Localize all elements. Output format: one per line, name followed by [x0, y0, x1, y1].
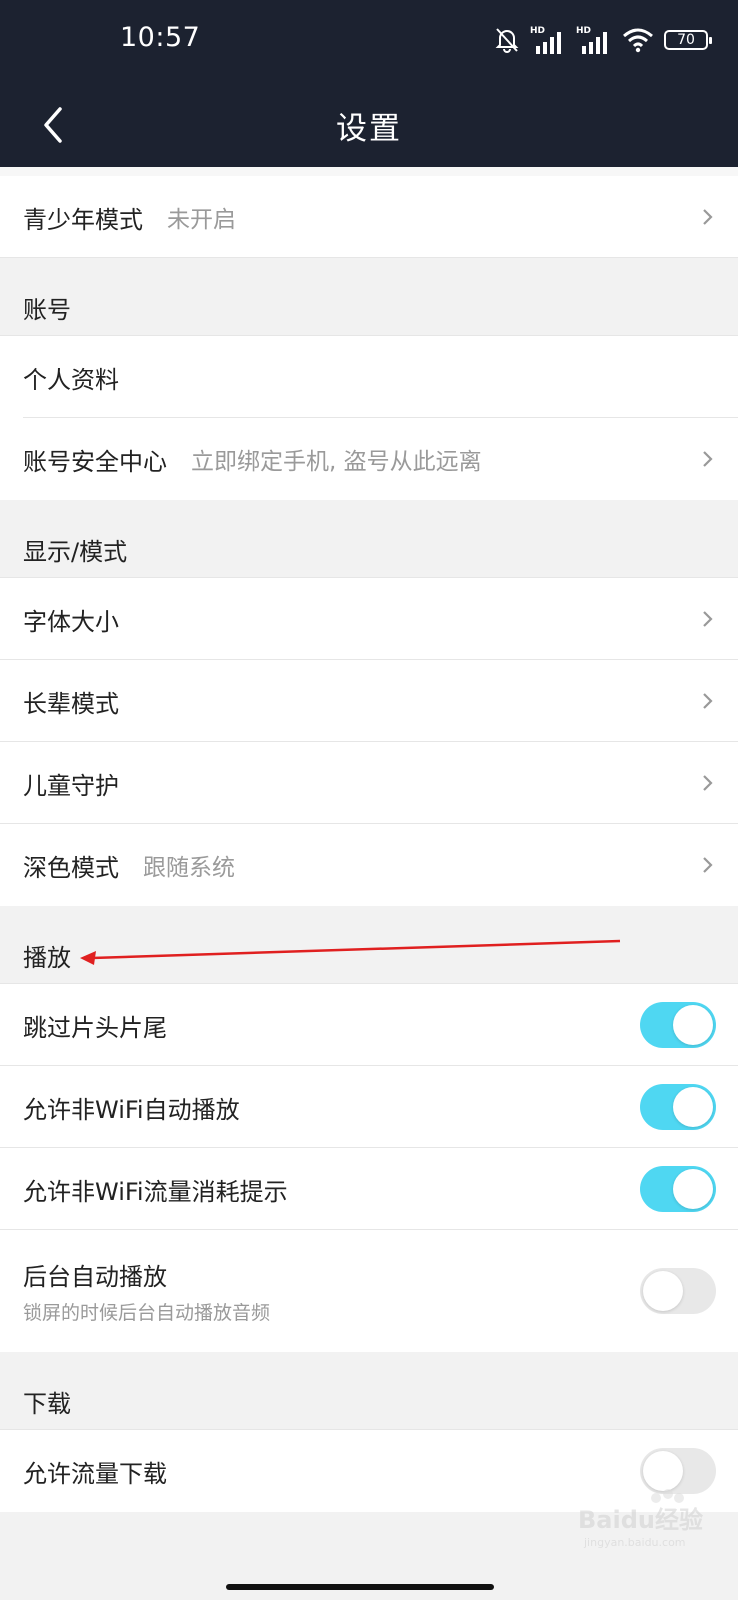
home-indicator[interactable] — [226, 1584, 494, 1590]
elder-mode-label: 长辈模式 — [23, 689, 119, 718]
status-bar: 10:57 HD HD 70 — [0, 0, 738, 85]
chevron-right-icon — [703, 451, 713, 467]
child-guard-row[interactable]: 儿童守护 — [0, 742, 738, 824]
section-display-header: 显示/模式 — [0, 500, 738, 578]
background-play-toggle[interactable] — [640, 1268, 716, 1314]
profile-label: 个人资料 — [23, 365, 119, 394]
nonwifi-autoplay-label: 允许非WiFi自动播放 — [23, 1095, 240, 1124]
background-play-label: 后台自动播放 — [23, 1263, 167, 1291]
signal-2-icon: HD — [576, 26, 612, 54]
skip-intro-label: 跳过片头片尾 — [23, 1013, 167, 1042]
child-guard-label: 儿童守护 — [23, 771, 119, 800]
account-security-row[interactable]: 账号安全中心 立即绑定手机, 盗号从此远离 — [0, 418, 738, 500]
nonwifi-tip-label: 允许非WiFi流量消耗提示 — [23, 1177, 288, 1206]
nonwifi-autoplay-toggle[interactable] — [640, 1084, 716, 1130]
toggle-knob — [673, 1005, 713, 1045]
dark-mode-row[interactable]: 深色模式 跟随系统 — [0, 824, 738, 906]
baidu-paw-icon: Baidu经验 jingyan.baidu.com — [578, 1489, 703, 1549]
baidu-watermark: Baidu经验 jingyan.baidu.com — [578, 1488, 708, 1552]
font-size-label: 字体大小 — [23, 607, 119, 636]
chevron-right-icon — [703, 209, 713, 225]
watermark-text: Baidu经验 — [578, 1506, 703, 1534]
skip-intro-toggle[interactable] — [640, 1002, 716, 1048]
toggle-knob — [673, 1087, 713, 1127]
cell-download-label: 允许流量下载 — [23, 1459, 167, 1488]
account-security-label: 账号安全中心 — [23, 447, 167, 476]
chevron-right-icon — [703, 857, 713, 873]
watermark-url: jingyan.baidu.com — [583, 1536, 686, 1549]
status-icons: HD HD 70 — [494, 26, 712, 54]
dark-mode-value: 跟随系统 — [143, 855, 235, 881]
page-title: 设置 — [336, 111, 402, 147]
elder-mode-row[interactable]: 长辈模式 — [0, 660, 738, 742]
chevron-right-icon — [703, 693, 713, 709]
chevron-right-icon — [703, 611, 713, 627]
nonwifi-autoplay-row: 允许非WiFi自动播放 — [0, 1066, 738, 1148]
nav-bar: 设置 — [0, 85, 738, 167]
font-size-row[interactable]: 字体大小 — [0, 578, 738, 660]
toggle-knob — [643, 1271, 683, 1311]
profile-row[interactable]: 个人资料 — [0, 336, 738, 418]
youth-mode-row[interactable]: 青少年模式 未开启 — [0, 176, 738, 258]
youth-mode-value: 未开启 — [167, 207, 236, 233]
battery-level: 70 — [677, 32, 695, 48]
toggle-knob — [643, 1451, 683, 1491]
account-security-hint: 立即绑定手机, 盗号从此远离 — [191, 449, 482, 475]
section-download-header: 下载 — [0, 1352, 738, 1430]
section-account-header: 账号 — [0, 258, 738, 336]
nonwifi-tip-row: 允许非WiFi流量消耗提示 — [0, 1148, 738, 1230]
background-play-desc: 锁屏的时候后台自动播放音频 — [23, 1302, 271, 1324]
youth-mode-label: 青少年模式 — [23, 205, 143, 234]
background-play-row: 后台自动播放 锁屏的时候后台自动播放音频 — [0, 1230, 738, 1352]
toggle-knob — [673, 1169, 713, 1209]
nonwifi-tip-toggle[interactable] — [640, 1166, 716, 1212]
wifi-icon — [623, 28, 653, 53]
status-time: 10:57 — [120, 22, 201, 53]
section-play-header: 播放 — [0, 906, 738, 984]
battery-icon: 70 — [664, 30, 712, 50]
skip-intro-row: 跳过片头片尾 — [0, 984, 738, 1066]
top-spacer — [0, 167, 738, 176]
dark-mode-label: 深色模式 — [23, 853, 119, 882]
chevron-right-icon — [703, 775, 713, 791]
settings-list: 青少年模式 未开启 账号 个人资料 账号安全中心 立即绑定手机, 盗号从此远离 … — [0, 167, 738, 1512]
signal-1-icon: HD — [530, 26, 566, 54]
bell-muted-icon — [495, 28, 519, 53]
